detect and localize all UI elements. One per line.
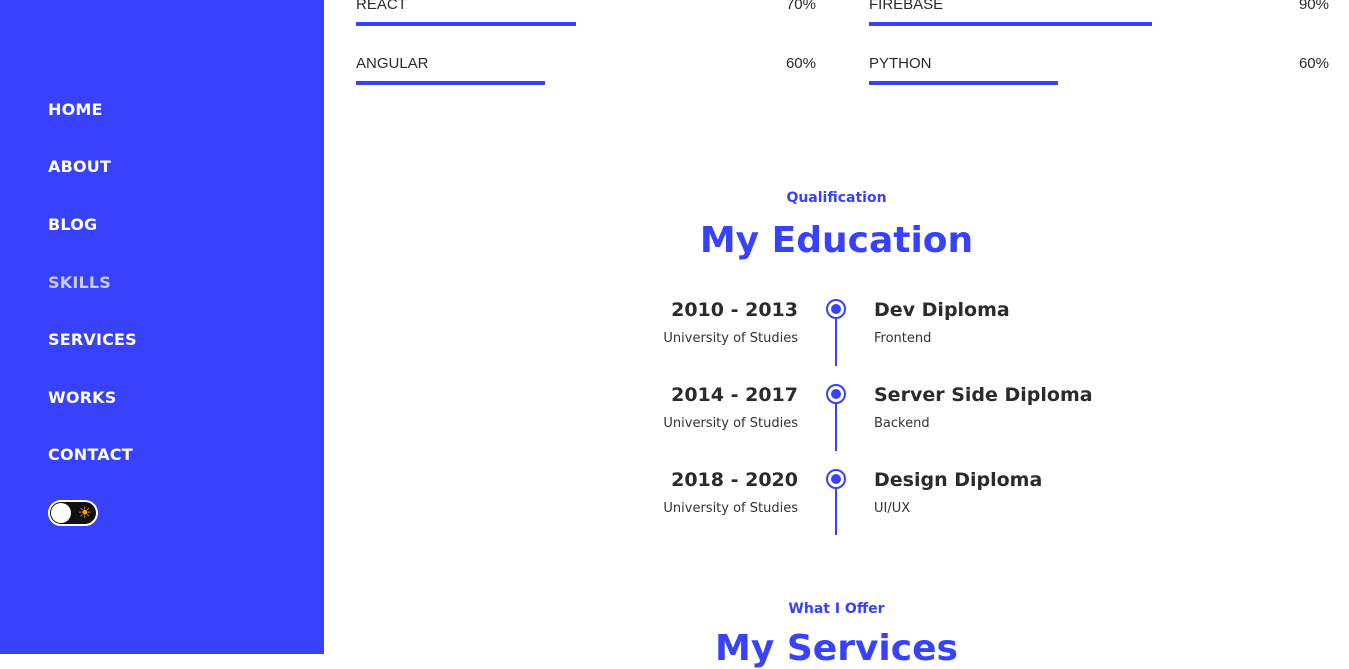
timeline-dot-icon [826,384,846,404]
toggle-knob [51,503,71,523]
timeline-line [835,318,837,366]
services-title: My Services [715,628,958,669]
education-degree: Dev Diploma [874,299,1010,321]
skill-track [356,81,816,85]
sidebar: HOME ABOUT BLOG SKILLS SERVICES WORKS CO… [0,0,324,654]
nav-item-home[interactable]: HOME [48,100,103,119]
skill-track [869,22,1329,26]
skill-name: ANGULAR [356,55,429,72]
education-years: 2018 - 2020 [671,469,798,491]
sun-icon: ☀ [77,503,92,522]
skill-track [869,81,1329,85]
skill-percent: 70% [785,0,816,13]
skill-bar [356,22,576,26]
nav-item-blog[interactable]: BLOG [48,215,97,234]
education-field: Backend [874,416,930,431]
education-field: UI/UX [874,501,911,516]
education-years: 2014 - 2017 [671,384,798,406]
education-school: University of Studies [663,416,798,431]
skill-name: FIREBASE [869,0,944,13]
education-degree: Server Side Diploma [874,384,1093,406]
education-kicker: Qualification [786,190,887,206]
nav-item-skills[interactable]: SKILLS [48,273,111,292]
nav-item-about[interactable]: ABOUT [48,157,111,176]
education-school: University of Studies [663,501,798,516]
skill-percent: 60% [785,55,816,72]
education-title: My Education [699,220,974,261]
skill-bar [869,81,1058,85]
timeline-dot-icon [826,469,846,489]
skill-percent: 60% [1298,55,1329,72]
education-field: Frontend [874,331,932,346]
education-years: 2010 - 2013 [671,299,798,321]
nav-item-services[interactable]: SERVICES [48,330,137,349]
nav-item-contact[interactable]: CONTACT [48,445,133,464]
skill-percent: 90% [1298,0,1329,13]
timeline-dot-icon [826,299,846,319]
timeline-line [835,488,837,535]
education-degree: Design Diploma [874,469,1043,491]
timeline-line [835,403,837,451]
skill-bar [356,81,545,85]
skill-bar [869,22,1152,26]
skill-name: PYTHON [869,55,932,72]
theme-toggle[interactable]: ☀ [48,500,98,526]
main-content: REACT 70% FIREBASE 90% ANGULAR 60% PYTHO… [324,0,1349,669]
education-school: University of Studies [663,331,798,346]
nav-item-works[interactable]: WORKS [48,388,117,407]
skill-name: REACT [356,0,407,13]
skill-track [356,22,816,26]
services-kicker: What I Offer [788,601,885,617]
